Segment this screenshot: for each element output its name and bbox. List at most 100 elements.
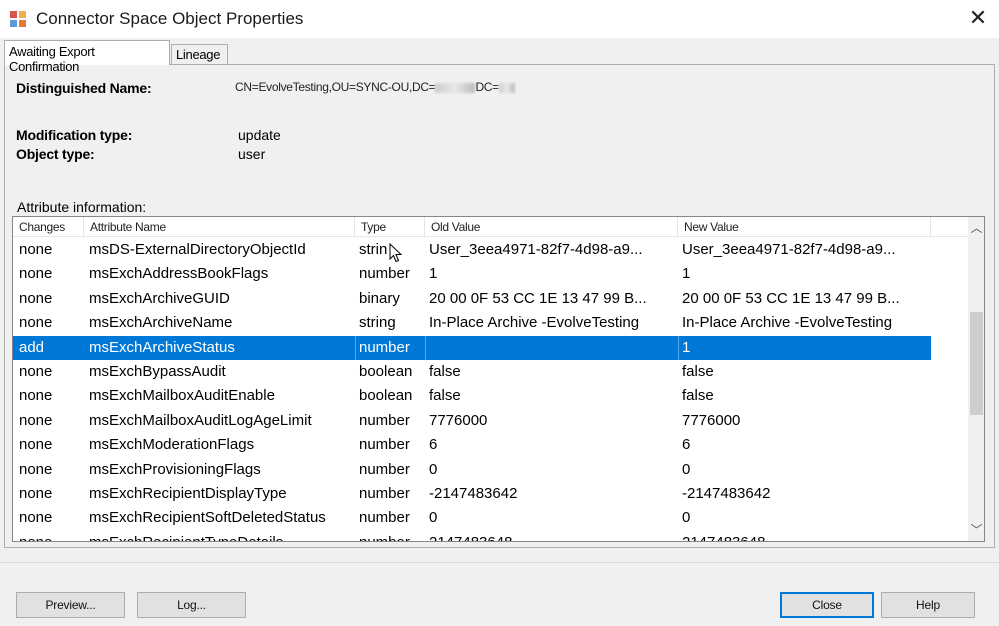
table-row[interactable]: none msExchMailboxAuditLogAgeLimit number 7… [13,409,931,433]
cell-change: none [19,485,53,502]
table-row[interactable]: none msDS-ExternalDirectoryObjectId strin U… [13,238,931,262]
cell-change: none [19,387,53,404]
table-row[interactable]: none msExchAddressBookFlags number 1 1 [13,262,931,286]
cell-new-value: 1 [682,339,691,356]
attribute-information-caption: Attribute information: [17,199,147,215]
cell-old-value: -2147483642 [429,485,518,502]
table-row[interactable]: none msExchArchiveName string In-Place Arch… [13,311,931,335]
modification-type-value: update [238,127,281,143]
help-button[interactable]: Help [881,592,975,618]
scrollbar-thumb[interactable] [970,312,983,415]
cell-change: none [19,314,53,331]
close-button[interactable]: Close [780,592,874,618]
title-bar: Connector Space Object Properties ✕ [0,0,999,38]
tab-lineage[interactable]: Lineage [171,44,228,65]
cell-new-value: 2147483648 [682,534,930,541]
cell-change: none [19,509,53,526]
scroll-up-icon[interactable]: ︿ [968,219,984,237]
close-icon[interactable]: ✕ [966,6,990,30]
cell-type: boolean [359,363,413,380]
column-header-old-value[interactable]: Old Value [425,217,678,237]
object-type-value: user [238,146,266,162]
cell-change: none [19,412,53,429]
selection-column-divider [355,336,356,360]
column-header-new-value[interactable]: New Value [678,217,931,237]
table-row[interactable]: none msExchProvisioningFlags number 0 0 [13,458,931,482]
cell-new-value: false [682,363,714,380]
selection-column-divider [678,336,679,360]
mouse-pointer-icon [389,243,403,263]
redacted-domain [435,82,476,93]
cell-old-value: 0 [429,461,438,478]
cell-new-value: 6 [682,436,691,453]
cell-new-value: 20 00 0F 53 CC 1E 13 47 99 B... [682,290,900,307]
cell-type: number [359,412,410,429]
cell-type: string [359,314,396,331]
cell-old-value: 6 [429,436,438,453]
cell-attribute-name: msExchBypassAudit [89,363,226,380]
cell-new-value: In-Place Archive -EvolveTesting [682,314,893,331]
cell-change: none [19,265,53,282]
log-button[interactable]: Log... [137,592,246,618]
cell-attribute-name: msExchProvisioningFlags [89,461,261,478]
footer-divider [0,562,999,563]
dn-value-prefix: CN=EvolveTesting,OU=SYNC-OU,DC= [235,80,436,94]
cell-type: number [359,485,410,502]
cell-attribute-name: msExchArchiveStatus [89,339,235,356]
scroll-down-icon[interactable]: ﹀ [968,521,984,539]
preview-button[interactable]: Preview... [16,592,125,618]
table-row[interactable]: none msExchMailboxAuditEnable boolean false… [13,384,931,408]
cell-old-value: 0 [429,509,438,526]
cell-change: add [19,339,45,356]
redacted-domain [498,82,515,93]
cell-old-value: User_3eea4971-82f7-4d98-a9... [429,241,643,258]
cell-new-value: 1 [682,265,691,282]
cell-change: none [19,436,53,453]
window-title: Connector Space Object Properties [36,9,304,28]
cell-attribute-name: msExchRecipientTypeDetails [89,534,353,541]
cell-attribute-name: msExchArchiveName [89,314,233,331]
column-header-changes[interactable]: Changes [13,217,84,237]
column-header-type[interactable]: Type [355,217,425,237]
cell-new-value: 7776000 [682,412,741,429]
cell-attribute-name: msExchArchiveGUID [89,290,230,307]
table-row[interactable]: none msExchBypassAudit boolean false false [13,360,931,384]
cell-type: number [359,534,423,541]
tab-awaiting-export-confirmation[interactable]: Awaiting Export Confirmation [4,40,170,74]
dn-label: Distinguished Name: [16,80,152,96]
cell-attribute-name: msExchMailboxAuditLogAgeLimit [89,412,312,429]
table-row[interactable]: none msExchArchiveGUID binary 20 00 0F 53 C… [13,287,931,311]
cell-attribute-name: msDS-ExternalDirectoryObjectId [89,241,306,258]
table-row[interactable]: none msExchRecipientDisplayType number -214… [13,482,931,506]
column-header-attribute-name[interactable]: Attribute Name [84,217,355,237]
cell-old-value: 1 [429,265,438,282]
object-type-label: Object type: [16,146,95,162]
connector-space-icon [10,11,26,27]
cell-type: binary [359,290,400,307]
dn-value: CN=EvolveTesting,OU=SYNC-OU,DC= DC= [235,80,515,94]
grid-header: Changes Attribute Name Type Old Value Ne… [13,217,968,237]
modification-type-label: Modification type: [16,127,133,143]
attribute-grid[interactable]: Changes Attribute Name Type Old Value Ne… [12,216,985,542]
table-row[interactable]: none msExchRecipientTypeDetails number 2147… [13,531,931,541]
dn-value-mid: DC= [475,80,499,94]
cell-change: none [19,363,53,380]
cell-attribute-name: msExchRecipientSoftDeletedStatus [89,509,326,526]
cell-old-value: 7776000 [429,412,488,429]
cell-new-value: -2147483642 [682,485,771,502]
cell-new-value: User_3eea4971-82f7-4d98-a9... [682,241,896,258]
cell-change: none [19,461,53,478]
cell-old-value: 20 00 0F 53 CC 1E 13 47 99 B... [429,290,647,307]
cell-type: number [359,436,410,453]
cell-type: number [359,509,410,526]
table-row[interactable]: none msExchRecipientSoftDeletedStatus numb… [13,506,931,530]
cell-type: number [359,339,410,356]
table-row[interactable]: none msExchModerationFlags number 6 6 [13,433,931,457]
vertical-scrollbar[interactable]: ︿ ﹀ [968,217,984,541]
cell-old-value: In-Place Archive -EvolveTesting [429,314,640,331]
table-row[interactable]: add msExchArchiveStatus number 1 [13,336,931,360]
cell-type: boolean [359,387,413,404]
cell-new-value: 0 [682,461,691,478]
cell-new-value: false [682,387,714,404]
cell-type: number [359,461,410,478]
